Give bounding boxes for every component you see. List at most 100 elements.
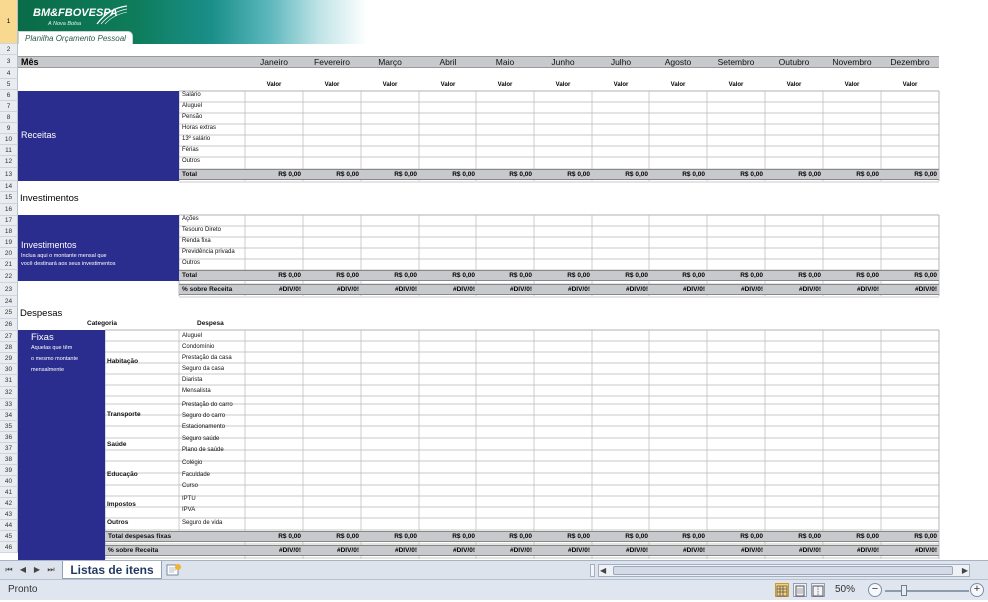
investimentos-total-value: R$ 0,00 (740, 272, 763, 279)
sheet-tab-bar: ⏮ ◀ ▶ ⏭ Listas de itens ◀ ▶ (0, 560, 988, 579)
despesa-item-label: Estacionamento (182, 424, 226, 430)
investimentos-total-value: R$ 0,00 (625, 272, 648, 279)
investimentos-pct-value: #DIV/0! (625, 286, 648, 293)
zoom-slider-thumb[interactable] (900, 585, 907, 596)
despesa-category: Saúde (107, 441, 127, 448)
investimentos-section-title: Investimentos (20, 193, 79, 204)
investimentos-pct-value: #DIV/0! (740, 286, 763, 293)
sheet-tab-listas-de-itens[interactable]: Listas de itens (62, 561, 162, 579)
despesa-item-label: Seguro de vida (182, 520, 223, 526)
despesa-item-label: Curso (182, 483, 199, 489)
despesas-total-value: R$ 0,00 (336, 533, 359, 540)
receitas-total-value: R$ 0,00 (625, 171, 648, 178)
status-ready: Pronto (8, 584, 38, 595)
despesa-item-label: IPTU (182, 496, 196, 502)
investimentos-total-value: R$ 0,00 (856, 272, 879, 279)
investimentos-pct-value: #DIV/0! (798, 286, 821, 293)
despesas-total-value: R$ 0,00 (452, 533, 475, 540)
despesas-total-value: R$ 0,00 (509, 533, 532, 540)
receitas-total-value: R$ 0,00 (856, 171, 879, 178)
despesa-item-label: Seguro da casa (182, 366, 225, 372)
despesa-item-label: Prestação do carro (182, 402, 233, 408)
despesas-total-value: R$ 0,00 (740, 533, 763, 540)
normal-view-icon[interactable] (775, 583, 789, 597)
investimentos-total-value: R$ 0,00 (509, 272, 532, 279)
investimentos-pct-value: #DIV/0! (856, 286, 879, 293)
page-layout-view-icon[interactable] (793, 583, 807, 597)
investimento-item-label: Outros (182, 260, 201, 266)
zoom-slider-track[interactable] (885, 590, 969, 592)
investimentos-total-value: R$ 0,00 (914, 272, 937, 279)
fixas-desc-2: o mesmo montante (31, 356, 79, 362)
receitas-total-value: R$ 0,00 (336, 171, 359, 178)
despesas-total-value: R$ 0,00 (625, 533, 648, 540)
first-sheet-icon[interactable]: ⏮ (4, 565, 14, 575)
worksheet[interactable]: 1 2 3 4 5 6 7 8 9 10 11 12 13 14 15 16 17 18 19 20 21 22 23 24 2… (0, 0, 988, 560)
scroll-right-icon[interactable]: ▶ (962, 566, 968, 575)
investimento-item-label: Previdência privada (182, 249, 235, 255)
investimentos-total-value: R$ 0,00 (567, 272, 590, 279)
receitas-total-value: R$ 0,00 (394, 171, 417, 178)
despesas-pct-value: #DIV/0! (509, 547, 532, 554)
investimentos-desc-2: você destinará aos seus investimentos (21, 261, 116, 267)
despesas-total-value: R$ 0,00 (914, 533, 937, 540)
receitas-total-value: R$ 0,00 (452, 171, 475, 178)
receitas-total-value: R$ 0,00 (682, 171, 705, 178)
investimentos-block: Investimentos Inclua aqui o montante men… (18, 215, 179, 281)
investimentos-pct-value: #DIV/0! (914, 286, 937, 293)
investimento-item-label: Tesouro Direto (182, 227, 222, 233)
categoria-header: Categoria (87, 320, 117, 327)
investimentos-pct-value: #DIV/0! (336, 286, 359, 293)
receitas-item-label: 13º salário (182, 136, 211, 142)
fixas-desc-3: mensalmente (31, 367, 65, 373)
insert-sheet-icon[interactable] (165, 563, 183, 577)
receitas-item-label: Outros (182, 158, 201, 164)
despesas-pct-label: % sobre Receita (108, 547, 159, 554)
zoom-out-icon[interactable]: − (868, 583, 882, 597)
despesas-section-title: Despesas (20, 308, 63, 319)
despesa-item-label: Diarista (182, 377, 203, 383)
investimentos-pct-value: #DIV/0! (682, 286, 705, 293)
next-sheet-icon[interactable]: ▶ (32, 565, 42, 574)
despesa-item-label: Seguro do carro (182, 413, 226, 419)
investimentos-total-value: R$ 0,00 (798, 272, 821, 279)
page-break-view-icon[interactable] (811, 583, 825, 597)
despesa-item-label: Seguro saúde (182, 436, 220, 442)
receitas-total-value: R$ 0,00 (914, 171, 937, 178)
receitas-total-label: Total (182, 171, 198, 178)
investimentos-desc-1: Inclua aqui o montante mensal que (21, 253, 107, 259)
despesas-total-value: R$ 0,00 (278, 533, 301, 540)
despesas-pct-value: #DIV/0! (394, 547, 417, 554)
despesa-category: Impostos (107, 501, 136, 508)
receitas-item-label: Aluguel (182, 103, 203, 109)
investimento-item-label: Ações (182, 216, 199, 222)
prev-sheet-icon[interactable]: ◀ (18, 565, 28, 574)
despesas-total-value: R$ 0,00 (798, 533, 821, 540)
zoom-in-icon[interactable]: + (970, 583, 984, 597)
tab-split-handle[interactable] (590, 564, 595, 577)
despesas-total-label: Total despesas fixas (108, 533, 172, 540)
horizontal-scrollbar[interactable]: ◀ ▶ (598, 564, 970, 577)
scroll-left-icon[interactable]: ◀ (600, 566, 606, 575)
despesas-pct-value: #DIV/0! (567, 547, 590, 554)
despesa-item-label: Prestação da casa (182, 355, 232, 361)
zoom-level[interactable]: 50% (835, 584, 855, 595)
receitas-item-label: Salário (182, 92, 201, 98)
despesa-item-label: Colégio (182, 460, 203, 466)
investimentos-pct-value: #DIV/0! (509, 286, 532, 293)
investimentos-pct-label: % sobre Receita (182, 286, 233, 293)
receitas-title: Receitas (21, 130, 57, 140)
scroll-thumb[interactable] (613, 566, 953, 575)
despesas-pct-value: #DIV/0! (740, 547, 763, 554)
receitas-total-value: R$ 0,00 (798, 171, 821, 178)
despesa-category: Habitação (107, 358, 139, 365)
investimento-item-label: Renda fixa (182, 238, 211, 244)
despesa-item-label: IPVA (182, 507, 196, 513)
investimentos-total-label: Total (182, 272, 198, 279)
last-sheet-icon[interactable]: ⏭ (46, 565, 56, 575)
receitas-total-value: R$ 0,00 (278, 171, 301, 178)
despesas-total-value: R$ 0,00 (856, 533, 879, 540)
receitas-block: Receitas (18, 91, 179, 181)
fixas-title: Fixas (31, 332, 54, 343)
despesa-header: Despesa (197, 320, 224, 327)
